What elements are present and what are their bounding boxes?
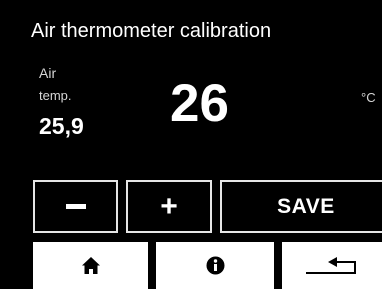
readout-label-line2: temp. bbox=[39, 88, 72, 103]
back-arrow-icon bbox=[306, 256, 356, 274]
screen-title: Air thermometer calibration bbox=[31, 20, 272, 42]
save-button[interactable]: SAVE bbox=[220, 180, 382, 233]
info-button[interactable] bbox=[156, 242, 274, 289]
info-icon bbox=[206, 256, 224, 275]
increment-button[interactable]: + bbox=[126, 180, 212, 233]
calibration-value: 26 bbox=[170, 74, 229, 133]
unit-label: °C bbox=[361, 90, 376, 105]
save-button-label: SAVE bbox=[277, 194, 335, 218]
readout-label-line1: Air bbox=[39, 65, 57, 81]
measured-air-temp: 25,9 bbox=[39, 113, 84, 139]
minus-icon bbox=[65, 204, 86, 209]
home-button[interactable] bbox=[33, 242, 148, 289]
plus-icon: + bbox=[160, 189, 178, 223]
back-button[interactable] bbox=[282, 242, 382, 289]
decrement-button[interactable] bbox=[33, 180, 118, 233]
home-icon bbox=[81, 257, 100, 274]
